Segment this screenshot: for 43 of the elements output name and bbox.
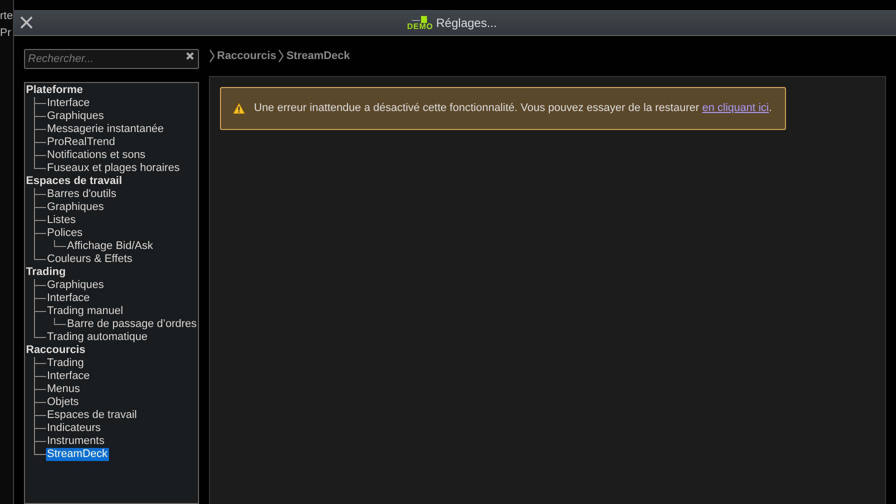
tree-item[interactable]: Indicateurs [46,422,102,435]
chevron-icon [278,49,284,63]
tree-item[interactable]: Trading manuel [46,305,198,318]
tree-item[interactable]: Graphiques [46,279,105,292]
search-field[interactable]: Rechercher... [24,49,199,69]
breadcrumb-item[interactable]: Raccourcis [217,48,276,64]
tree-item[interactable]: Messagerie instantanée [46,123,165,136]
tree-item[interactable]: Trading automatique [46,331,148,344]
tree-item[interactable]: ProRealTrend [46,136,116,149]
tree-section[interactable]: Trading [26,266,197,279]
tree-item[interactable]: Barres d'outils [46,188,118,201]
tree-item[interactable]: Interface [46,292,91,305]
tree-item[interactable]: Interface [46,370,91,383]
tree-item[interactable]: Graphiques [46,110,105,123]
tree-section[interactable]: Raccourcis [26,344,197,357]
tree-item[interactable]: Barre de passage d’ordres [66,318,198,331]
tree-item[interactable]: Graphiques [46,201,105,214]
close-button[interactable] [20,16,34,30]
warning-message: Une erreur inattendue a désactivé cette fonctionnalité. Vous pouvez essayer de la restaurer en cliquant ici. [254,101,772,116]
window-title: Réglages... [436,14,497,32]
tree-item[interactable]: Espaces de travail [46,409,138,422]
tree-section[interactable]: Plateforme [26,84,197,97]
tree-item[interactable]: Interface [46,97,91,110]
tree-item[interactable]: Couleurs & Effets [46,253,134,266]
tree-item[interactable]: StreamDeck [46,448,109,461]
background-text: rte [0,9,13,24]
warning-icon [233,102,245,114]
tree-item[interactable]: Objets [46,396,80,409]
restore-link[interactable]: en cliquant ici [702,102,769,114]
background-text: Pr [0,26,12,41]
tree-item[interactable]: Menus [46,383,82,396]
breadcrumb-item[interactable]: StreamDeck [286,48,350,64]
clear-icon[interactable] [185,51,195,61]
tree-item[interactable]: Notifications et sons [46,149,146,162]
tree-item[interactable]: Affichage Bid/Ask [66,240,154,253]
tree-item[interactable]: Listes [46,214,77,227]
tree-item[interactable]: Fuseaux et plages horaires [46,162,181,175]
demo-logo: DEMO [407,14,434,30]
tree-item[interactable]: Trading [46,357,85,370]
tree-item[interactable]: Instruments [46,435,106,448]
tree-item[interactable]: Polices [46,227,154,240]
chevron-icon [209,49,215,63]
tree-section[interactable]: Espaces de travail [26,175,197,188]
